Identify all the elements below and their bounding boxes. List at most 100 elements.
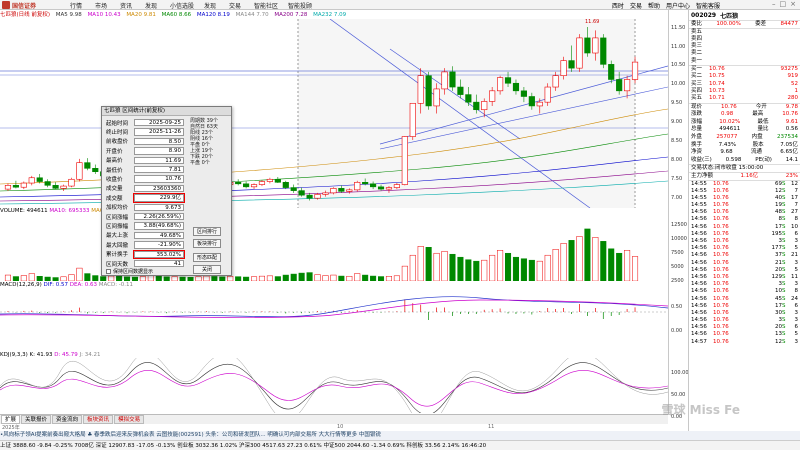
volume-bar <box>425 247 432 282</box>
menu-item[interactable]: 交易 <box>229 1 254 10</box>
tick-count: 3 <box>794 281 799 288</box>
dialog-row-value: 41 <box>134 259 184 268</box>
minimize-icon[interactable]: – <box>772 0 776 8</box>
tick-count: 8 <box>794 288 799 295</box>
dialog-row-value[interactable]: 2025-11-26 <box>134 128 184 136</box>
menu-item[interactable]: 发现 <box>145 1 170 10</box>
volume-bar <box>378 276 385 282</box>
tick-side: S <box>782 245 786 252</box>
tick-count: 3 <box>794 238 799 244</box>
range-rank-button[interactable]: 区间排行 <box>193 227 221 236</box>
candle <box>520 90 527 97</box>
menu-item[interactable]: 智能社区 <box>254 1 288 10</box>
tick-time: 14:56 <box>691 295 707 302</box>
order-volume: 280 <box>787 95 799 102</box>
bottom-tabs: 扩展 关联报价 资金流向 板块资讯 模拟交易 <box>0 414 668 424</box>
tick-price: 10.76 <box>713 194 729 201</box>
menu-item[interactable]: 行情 <box>70 1 95 10</box>
dialog-row-label: 累计换手 <box>106 252 129 259</box>
tick-price: 10.76 <box>713 288 729 295</box>
menu-right-item[interactable]: 帮助 <box>648 1 660 10</box>
tab-sector-news[interactable]: 板块资讯 <box>83 415 114 424</box>
dialog-row-value: 23603360 <box>134 184 184 193</box>
buy-orders: 买一 10.76 93275 买二 10.75 919 买三 10.74 52 买四 10.7… <box>689 65 800 102</box>
pattern-match-button[interactable]: 形态匹配 <box>193 253 221 262</box>
tick-list[interactable]: 14:55 10.76 69 S 12 14:55 10.76 12 S 7 14:55 10.76 4… <box>689 179 800 346</box>
tick-price: 10.76 <box>713 309 729 316</box>
menu-item[interactable]: 发现 <box>204 1 229 10</box>
tick-volume: 40 <box>775 194 782 201</box>
volume-bar <box>195 276 202 282</box>
dialog-row-label: 最高价 <box>106 158 123 165</box>
tab-sim-trade[interactable]: 模拟交易 <box>114 415 145 424</box>
menu-item[interactable]: 智能投顾 <box>288 1 322 10</box>
quote-value: 0.56 <box>785 126 798 133</box>
keep-display-option[interactable]: 保持区间数据显示 <box>106 268 153 275</box>
menu-item[interactable]: 小信选股 <box>170 1 204 10</box>
menu-right-item[interactable]: 西时 <box>612 1 624 10</box>
quote-value: 9.61 <box>785 118 798 125</box>
tick-time: 14:56 <box>691 309 707 316</box>
tick-volume: 48 <box>775 209 782 216</box>
news-ticker[interactable]: •风向标子领AI提案前奏出窥大格局 ♣ 春季跌后迎来反弹机会表 云图技能(002… <box>0 431 800 440</box>
order-price: 10.76 <box>709 66 725 73</box>
ma-label: MA5 9.98 <box>55 12 82 18</box>
tick-side: S <box>782 295 786 302</box>
close-icon[interactable]: × <box>790 0 796 8</box>
menu-right-item[interactable]: 用户中心 <box>666 1 690 10</box>
order-price: 10.73 <box>709 87 725 94</box>
dialog-row-value: 353.02% <box>133 249 185 259</box>
tick-count: 6 <box>794 324 799 331</box>
menu-right-item[interactable]: 智能客服 <box>696 1 720 10</box>
dialog-row-value[interactable]: 2025-09-25 <box>134 118 184 127</box>
tick-count: 3 <box>794 338 799 345</box>
sector-rank-button[interactable]: 板块排行 <box>193 239 221 248</box>
candle <box>449 71 456 88</box>
tab-fund-flow[interactable]: 资金流向 <box>52 415 83 424</box>
quote-label: 量比 <box>757 126 769 133</box>
quote-row: 净资 9.68 流通 6.65亿 <box>689 149 800 157</box>
tick-side: S <box>782 209 786 216</box>
volume-bar <box>282 274 289 282</box>
axis-label: 5000 <box>671 264 684 270</box>
tick-count: 5 <box>794 331 799 338</box>
tick-side: S <box>782 324 786 331</box>
tick-row: 14:56 10.76 37 S 21 <box>689 252 800 259</box>
dialog-row-label: 加权均价 <box>106 205 129 212</box>
axis-label: 50.00 <box>671 392 686 398</box>
candle <box>258 181 266 185</box>
close-button[interactable]: 关闭 <box>193 265 221 274</box>
tick-count: 3 <box>794 317 799 324</box>
volume-bar <box>179 276 186 282</box>
maximize-icon[interactable]: □ <box>780 0 787 8</box>
candle <box>274 178 281 183</box>
tick-side: S <box>782 187 786 194</box>
tick-side: S <box>782 309 786 316</box>
checkbox[interactable] <box>106 269 111 274</box>
dialog-row: 成交量 23603360 <box>106 184 184 193</box>
volume-bar <box>441 250 448 282</box>
d-line <box>0 370 669 407</box>
macd-pane[interactable]: MACD(12,26,9) DIF: 0.57 DEA: 0.63 MACD: … <box>0 282 669 352</box>
volume-bar <box>116 276 123 282</box>
tab-extend[interactable]: 扩展 <box>1 415 21 424</box>
ma-label: MA20 9.81 <box>126 12 156 18</box>
kdj-pane[interactable]: KDJ(9,3,3) K: 41.93 D: 45.79 J: 34.21 <box>0 352 669 426</box>
tick-time: 14:56 <box>691 238 707 244</box>
menu-item[interactable]: 市场 <box>95 1 120 10</box>
volume-bar <box>600 241 607 282</box>
dialog-row-label: 起始时间 <box>106 120 129 127</box>
axis-label: 0.50 <box>671 304 683 310</box>
quote-value: 494611 <box>719 126 741 133</box>
menu-item[interactable]: 资讯 <box>120 1 145 10</box>
candle <box>76 162 83 180</box>
menu-right-item[interactable]: 交易 <box>630 1 642 10</box>
volume-bar <box>4 274 11 282</box>
dialog-title[interactable]: 七匹狼 区间统计(前复权) <box>102 107 231 116</box>
tick-row: 14:55 10.76 40 S 17 <box>689 195 800 202</box>
tick-side: S <box>782 338 786 345</box>
dialog-row-value: 8.50 <box>134 137 184 146</box>
axis-label: 7.00 <box>671 195 683 201</box>
candle <box>60 185 67 189</box>
tab-related-quote[interactable]: 关联报价 <box>21 415 52 424</box>
